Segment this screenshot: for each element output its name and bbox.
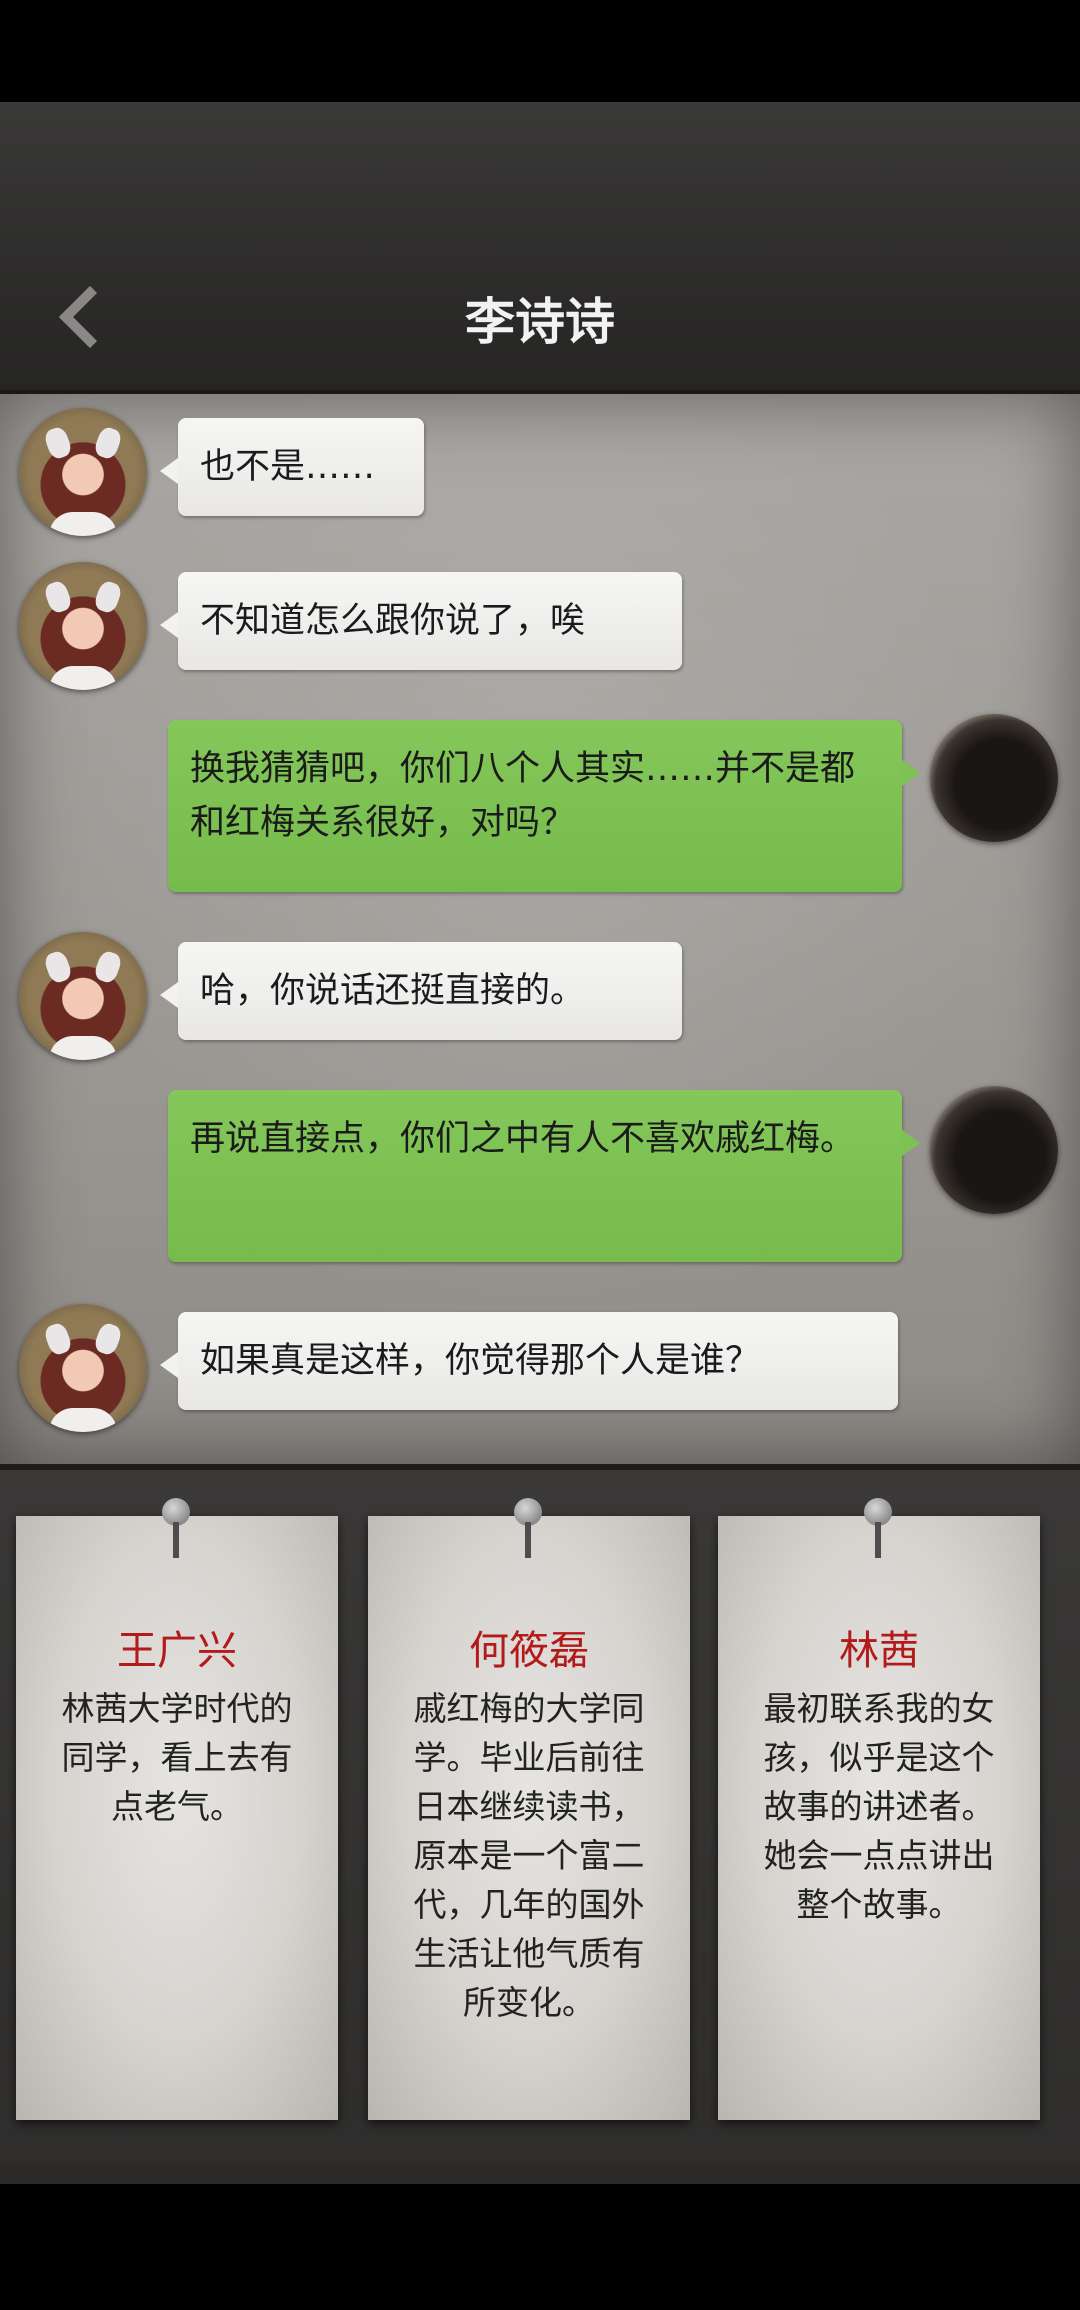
card-description: 林茜大学时代的同学，看上去有点老气。	[61, 1689, 293, 1826]
message-bubble: 也不是……	[160, 418, 424, 516]
pin-icon	[156, 1498, 196, 1558]
card-description: 戚红梅的大学同学。毕业后前往日本继续读书，原本是一个富二代，几年的国外生活让他气…	[413, 1689, 645, 2022]
status-bar	[0, 0, 1080, 102]
card-name: 王广兴	[117, 1628, 237, 1674]
avatar[interactable]	[930, 1086, 1058, 1214]
message-row: 换我猜猜吧，你们八个人其实……并不是都和红梅关系很好，对吗？	[0, 694, 1080, 894]
message-bubble: 再说直接点，你们之中有人不喜欢戚红梅。	[168, 1090, 920, 1262]
pin-icon	[508, 1498, 548, 1558]
message-bubble: 如果真是这样，你觉得那个人是谁？	[160, 1312, 898, 1410]
message-row: 如果真是这样，你觉得那个人是谁？	[0, 1294, 1080, 1434]
choice-card[interactable]: 王广兴 林茜大学时代的同学，看上去有点老气。	[16, 1498, 338, 2120]
page-title: 李诗诗	[465, 292, 615, 351]
card-description: 最初联系我的女孩，似乎是这个故事的讲述者。她会一点点讲出整个故事。	[763, 1689, 995, 1924]
message-bubble: 换我猜猜吧，你们八个人其实……并不是都和红梅关系很好，对吗？	[168, 720, 920, 892]
message-row: 不知道怎么跟你说了，唉	[0, 544, 1080, 690]
navigation-bar	[0, 2164, 1080, 2310]
avatar[interactable]	[19, 1304, 147, 1432]
message-bubble: 不知道怎么跟你说了，唉	[160, 572, 682, 670]
choice-card[interactable]: 林茜 最初联系我的女孩，似乎是这个故事的讲述者。她会一点点讲出整个故事。	[718, 1498, 1040, 2120]
pin-icon	[858, 1498, 898, 1558]
back-button[interactable]	[50, 277, 122, 367]
message-bubble: 哈，你说话还挺直接的。	[160, 942, 682, 1040]
avatar[interactable]	[19, 408, 147, 536]
choice-card[interactable]: 何筱磊 戚红梅的大学同学。毕业后前往日本继续读书，原本是一个富二代，几年的国外生…	[368, 1498, 690, 2120]
card-name: 何筱磊	[469, 1628, 589, 1674]
avatar[interactable]	[19, 932, 147, 1060]
message-row: 再说直接点，你们之中有人不喜欢戚红梅。	[0, 1064, 1080, 1264]
choice-cards-panel: 王广兴 林茜大学时代的同学，看上去有点老气。 何筱磊 戚红梅的大学同学。毕业后前…	[0, 1464, 1080, 2164]
chevron-left-icon	[58, 285, 122, 349]
chat-header: 李诗诗 200	[0, 102, 1080, 435]
card-name: 林茜	[839, 1628, 919, 1674]
message-row: 也不是……	[0, 394, 1080, 536]
chat-area[interactable]: 也不是…… 不知道怎么跟你说了，唉 换我猜猜吧，你们八个人其实……并不是都和红梅…	[0, 394, 1080, 1464]
avatar[interactable]	[19, 562, 147, 690]
message-row: 哈，你说话还挺直接的。	[0, 924, 1080, 1064]
avatar[interactable]	[930, 714, 1058, 842]
